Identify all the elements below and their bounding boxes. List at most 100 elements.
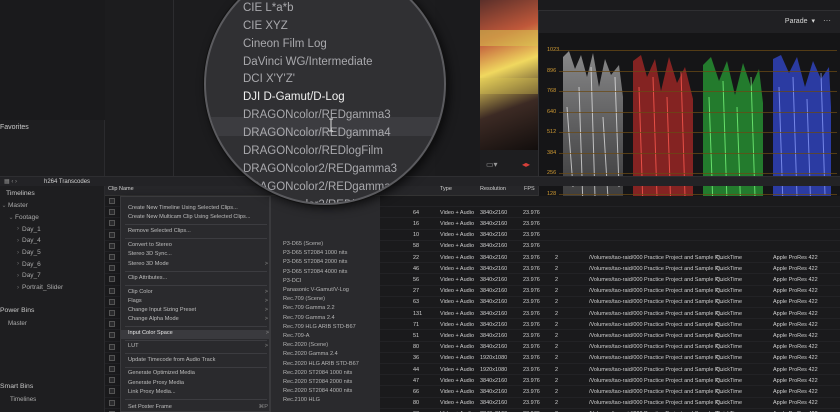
sidebar-item-portrait-slider[interactable]: › Portrait_Slider: [0, 282, 105, 294]
menu-item-update-timecode-from-audio-track[interactable]: Update Timecode from Audio Track: [128, 357, 268, 363]
power-bins-master[interactable]: Master: [8, 320, 27, 327]
video-viewer[interactable]: [480, 0, 538, 150]
sidebar-item-day-7[interactable]: › Day_7: [0, 270, 105, 282]
color-space-option[interactable]: P3-D65 ST2084 4000 nits: [283, 269, 347, 275]
menu-item-remove-selected-clips[interactable]: Remove Selected Clips...: [128, 228, 268, 234]
menu-item-convert-to-stereo[interactable]: Convert to Stereo: [128, 242, 268, 248]
scope-gridline: [559, 193, 837, 195]
menu-item-stereo-3d-sync[interactable]: Stereo 3D Sync...: [128, 251, 268, 257]
color-space-option[interactable]: Rec.709 Gamma 2.2: [283, 305, 335, 311]
cell-res: 3840x2160: [480, 321, 508, 328]
color-space-option[interactable]: DaVinci WG/Intermediate: [243, 56, 373, 68]
scope-options-icon[interactable]: ⋯: [823, 16, 831, 25]
chevron-icon[interactable]: ›: [14, 261, 22, 267]
back-forward-icon[interactable]: ▦ ‹ ›: [4, 178, 17, 185]
column-fps[interactable]: FPS: [524, 186, 535, 196]
chevron-icon[interactable]: ›: [14, 250, 22, 256]
color-space-option[interactable]: P3-DCI: [283, 278, 301, 284]
color-space-option[interactable]: Rec.709 Gamma 2.4: [283, 315, 335, 321]
color-space-option[interactable]: Rec.709 HLG ARIB STD-B67: [283, 324, 356, 330]
column-clip-name[interactable]: Clip Name: [108, 186, 134, 196]
input-color-space-submenu: P3-D65 (Scene) P3-D65 ST2084 1000 nits P3-…: [270, 196, 380, 412]
cell-fps: 23.976: [523, 388, 540, 395]
audio-icon[interactable]: ◂▸: [522, 160, 530, 169]
viewer-image-detail: [480, 30, 538, 46]
color-space-option[interactable]: DRAGONcolor/REDlogFilm: [243, 145, 383, 157]
chevron-icon[interactable]: ⌄: [0, 202, 8, 209]
clip-thumbnail-icon: [109, 377, 115, 384]
menu-item-clip-attributes[interactable]: Clip Attributes...: [128, 275, 268, 281]
column-type[interactable]: Type: [440, 186, 452, 196]
color-space-option[interactable]: DRAGONcolor2/REDgamma3: [243, 163, 397, 175]
clip-thumbnail-icon: [109, 287, 115, 294]
chevron-icon[interactable]: ›: [14, 273, 22, 279]
color-space-option[interactable]: Rec.2020 ST2084 1000 nits: [283, 370, 352, 376]
menu-item-generate-optimized-media[interactable]: Generate Optimized Media: [128, 370, 268, 376]
color-space-option[interactable]: P3-D65 (Scene): [283, 241, 323, 247]
color-space-option[interactable]: Rec.2100 HLG: [283, 397, 320, 403]
chevron-icon[interactable]: ›: [14, 285, 22, 291]
scope-mode-label: Parade: [784, 17, 808, 25]
color-space-option[interactable]: Panasonic V-Gamut/V-Log: [283, 287, 349, 293]
menu-item-create-new-multicam-clip-using-selected-clips[interactable]: Create New Multicam Clip Using Selected …: [128, 214, 268, 220]
menu-item-set-poster-frame[interactable]: Set Poster Frame ⌘P: [128, 404, 268, 410]
menu-item-input-color-space[interactable]: Input Color Space >: [121, 330, 269, 340]
menu-item-change-alpha-mode[interactable]: Change Alpha Mode >: [128, 316, 268, 322]
scope-mode-dropdown[interactable]: Parade ▾: [784, 17, 815, 26]
cell-path: /Volumes/tao-raid/000 Practice Project a…: [589, 366, 723, 373]
menu-item-label: Stereo 3D Mode: [128, 260, 169, 267]
clip-thumbnail-icon: [109, 399, 115, 406]
submenu-arrow-icon: >: [265, 330, 269, 337]
display-icon[interactable]: ▭▾: [486, 160, 498, 169]
cell-dur: 71: [413, 321, 420, 328]
menu-item-change-input-sizing-preset[interactable]: Change Input Sizing Preset >: [128, 307, 268, 313]
column-resolution[interactable]: Resolution: [480, 186, 506, 196]
menu-item-clip-color[interactable]: Clip Color >: [128, 289, 268, 295]
menu-item-create-new-timeline-using-selected-clips[interactable]: Create New Timeline Using Selected Clips…: [128, 205, 268, 211]
color-space-option[interactable]: P3-D65 ST2084 1000 nits: [283, 250, 347, 256]
sidebar-item-day-1[interactable]: › Day_1: [0, 223, 105, 235]
color-space-option[interactable]: DCI X'Y'Z': [243, 73, 295, 85]
color-space-option[interactable]: DRAGONcolor/REDgamma4: [243, 127, 391, 139]
color-space-option[interactable]: Rec.2020 (Scene): [283, 342, 328, 348]
menu-item-flags[interactable]: Flags >: [128, 298, 268, 304]
color-space-option[interactable]: Rec.709 (Scene): [283, 296, 325, 302]
cell-fmt: Apple ProRes 422: [773, 366, 818, 373]
cell-res: 3840x2160: [480, 243, 508, 250]
color-space-option[interactable]: CIE XYZ: [243, 20, 288, 32]
cell-ch: 2: [555, 321, 559, 328]
chevron-icon[interactable]: ›: [14, 238, 22, 244]
cell-dur: 66: [413, 388, 420, 395]
cell-type: Video + Audio: [440, 366, 474, 373]
sidebar-item-label: Day_5: [22, 249, 41, 257]
smart-bins-timelines[interactable]: Timelines: [10, 396, 36, 403]
menu-item-stereo-3d-mode[interactable]: Stereo 3D Mode >: [128, 261, 268, 267]
color-space-option[interactable]: DRAGONcolor2/REDgamma4: [243, 181, 397, 193]
viewer-controls: ▭▾ ◂▸: [480, 150, 538, 176]
menu-item-link-proxy-media[interactable]: Link Proxy Media...: [128, 389, 268, 395]
color-space-option-selected[interactable]: DJI D-Gamut/D-Log: [243, 91, 345, 103]
color-space-option[interactable]: Rec.709-A: [283, 333, 309, 339]
sidebar-item-footage[interactable]: ⌄ Footage: [0, 212, 105, 224]
text-cursor-icon: [329, 118, 333, 132]
cell-res: 3840x2160: [480, 332, 508, 339]
color-space-option[interactable]: Rec.2020 ST2084 2000 nits: [283, 379, 352, 385]
color-space-option[interactable]: CIE L*a*b: [243, 2, 294, 14]
color-space-option[interactable]: Rec.2020 HLG ARIB STD-B67: [283, 361, 359, 367]
color-space-option[interactable]: DRAGONcolor/REDgamma3: [243, 109, 391, 121]
menu-item-lut[interactable]: LUT >: [128, 343, 268, 349]
sidebar-item-day-5[interactable]: › Day_5: [0, 247, 105, 259]
menu-item-generate-proxy-media[interactable]: Generate Proxy Media: [128, 380, 268, 386]
sidebar-item-master[interactable]: ⌄ Master: [0, 200, 105, 212]
sidebar-item-day-4[interactable]: › Day_4: [0, 235, 105, 247]
menu-item-label: Stereo 3D Sync...: [128, 251, 172, 258]
chevron-icon[interactable]: ⌄: [7, 214, 15, 221]
menu-separator: [125, 340, 267, 342]
sidebar-item-day-6[interactable]: › Day_6: [0, 258, 105, 270]
color-space-option[interactable]: P3-D65 ST2084 2000 nits: [283, 259, 347, 265]
color-space-option[interactable]: Cineon Film Log: [243, 38, 327, 50]
chevron-icon[interactable]: ›: [14, 226, 22, 232]
color-space-option[interactable]: Rec.2020 Gamma 2.4: [283, 351, 338, 357]
color-space-option[interactable]: Rec.2020 ST2084 4000 nits: [283, 388, 352, 394]
cell-res: 3840x2160: [480, 299, 508, 306]
